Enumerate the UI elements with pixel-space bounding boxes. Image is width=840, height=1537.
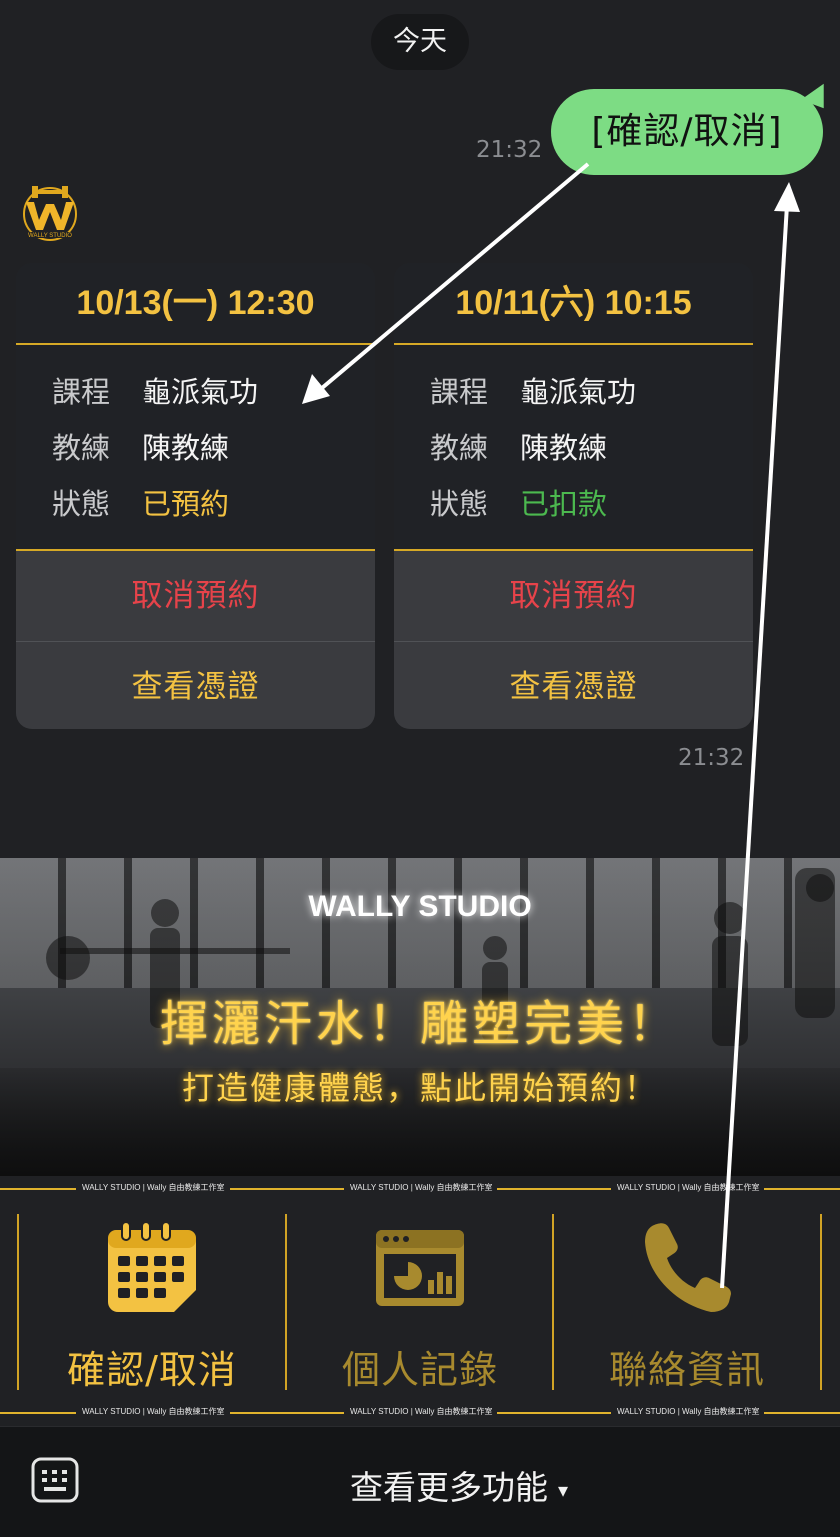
menu-item-label: 聯絡資訊: [608, 1348, 765, 1392]
strip-text: WALLY STUDIO | Wally 自由教練工作室: [350, 1183, 493, 1192]
course-label: 課程: [52, 375, 111, 409]
coach-value: 陳教練: [142, 431, 230, 465]
menu-item-label: 確認/取消: [67, 1348, 237, 1392]
booking-card: 10/13(一) 12:30 課程 龜派氣功 教練 陳教練 狀態 已預約 取消預約 查…: [16, 263, 375, 729]
strip-text: WALLY STUDIO | Wally 自由教練工作室: [82, 1407, 225, 1416]
strip-text: WALLY STUDIO | Wally 自由教練工作室: [350, 1407, 493, 1416]
more-features-label: 查看更多功能: [350, 1468, 548, 1507]
coach-row: 教練 陳教練: [52, 425, 229, 467]
menu-item-confirm-cancel[interactable]: 確認/取消: [19, 1214, 285, 1392]
booking-card: 10/11(六) 10:15 課程 龜派氣功 教練 陳教練 狀態 已扣款 取消預約 查…: [394, 263, 753, 729]
banner-brand: WALLY STUDIO: [308, 890, 532, 923]
view-voucher-button[interactable]: 查看憑證: [16, 642, 375, 729]
strip-text: WALLY STUDIO | Wally 自由教練工作室: [617, 1407, 760, 1416]
booking-datetime: 10/11(六) 10:15: [394, 263, 753, 345]
keyboard-icon[interactable]: [31, 1457, 79, 1503]
booking-details: 課程 龜派氣功 教練 陳教練 狀態 已扣款: [394, 345, 753, 551]
course-row: 課程 龜派氣功: [430, 369, 636, 411]
menu-bottom-strip: WALLY STUDIO | Wally 自由教練工作室 WALLY STUDI…: [0, 1400, 840, 1426]
menu-divider: [820, 1214, 822, 1390]
cancel-booking-button[interactable]: 取消預約: [394, 551, 753, 642]
coach-value: 陳教練: [520, 431, 608, 465]
status-value: 已預約: [142, 487, 230, 521]
chat-area: 今天 21:32 [確認/取消] WALLY STUDIO 10/13(一) 1…: [0, 0, 840, 858]
coach-label: 教練: [52, 431, 111, 465]
strip-text: WALLY STUDIO | Wally 自由教練工作室: [617, 1183, 760, 1192]
status-label: 狀態: [52, 487, 111, 521]
promo-banner[interactable]: WALLY STUDIO 揮灑汗水！雕塑完美！ 打造健康體態，點此開始預約！: [0, 858, 840, 1176]
menu-top-strip: WALLY STUDIO | Wally 自由教練工作室 WALLY STUDI…: [0, 1176, 840, 1202]
menu-item-personal-records[interactable]: 個人記錄: [287, 1214, 553, 1392]
course-value: 龜派氣功: [142, 375, 259, 409]
course-row: 課程 龜派氣功: [52, 369, 258, 411]
svg-text:WALLY STUDIO: WALLY STUDIO: [28, 233, 72, 239]
menu-item-label: 個人記錄: [341, 1348, 498, 1392]
booking-details: 課程 龜派氣功 教練 陳教練 狀態 已預約: [16, 345, 375, 551]
status-label: 狀態: [430, 487, 489, 521]
banner-subline: 打造健康體態，點此開始預約！: [181, 1069, 658, 1107]
view-voucher-button[interactable]: 查看憑證: [394, 642, 753, 729]
more-features-button[interactable]: 查看更多功能 ▾: [350, 1461, 568, 1509]
coach-row: 教練 陳教練: [430, 425, 607, 467]
sent-time: 21:32: [476, 137, 543, 163]
status-row: 狀態 已扣款: [430, 481, 607, 523]
chevron-down-icon: ▾: [558, 1477, 569, 1502]
coach-label: 教練: [430, 431, 489, 465]
phone-icon: [645, 1223, 731, 1312]
booking-datetime: 10/13(一) 12:30: [16, 263, 375, 345]
course-label: 課程: [430, 375, 489, 409]
status-value: 已扣款: [520, 487, 608, 521]
calendar-icon: [108, 1221, 196, 1312]
cancel-booking-button[interactable]: 取消預約: [16, 551, 375, 642]
bottom-bar: 查看更多功能 ▾: [0, 1426, 840, 1537]
banner-headline: 揮灑汗水！雕塑完美！: [159, 996, 680, 1052]
course-value: 龜派氣功: [520, 375, 637, 409]
received-time: 21:32: [678, 745, 745, 771]
chart-window-icon: [376, 1230, 464, 1306]
status-row: 狀態 已預約: [52, 481, 229, 523]
menu-item-contact-info[interactable]: 聯絡資訊: [554, 1214, 820, 1392]
sent-message-bubble[interactable]: [確認/取消]: [551, 89, 823, 175]
wally-studio-avatar[interactable]: WALLY STUDIO: [18, 180, 82, 244]
date-divider: 今天: [371, 14, 469, 70]
rich-menu: WALLY STUDIO | Wally 自由教練工作室 WALLY STUDI…: [0, 1176, 840, 1426]
strip-text: WALLY STUDIO | Wally 自由教練工作室: [82, 1183, 225, 1192]
